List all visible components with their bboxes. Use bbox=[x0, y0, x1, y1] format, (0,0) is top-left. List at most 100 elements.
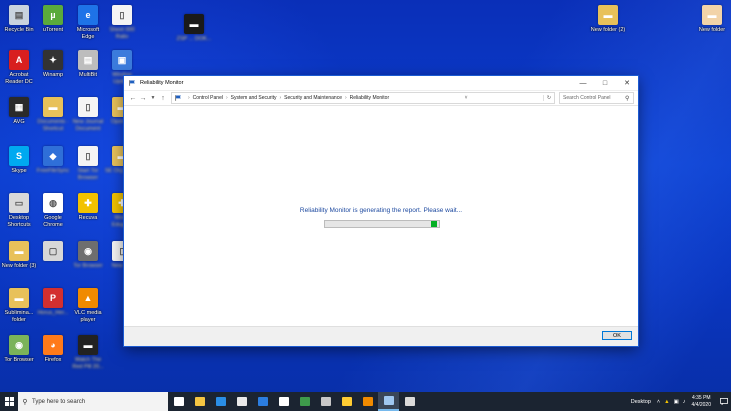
search-control-panel-input[interactable]: Search Control Panel ⚲ bbox=[559, 92, 634, 104]
search-icon[interactable]: ⚲ bbox=[625, 95, 633, 102]
desktop-icon-image: ▬ bbox=[702, 5, 722, 25]
taskbar-app-monitor-button[interactable] bbox=[378, 392, 399, 411]
desktop-icon[interactable]: A Acrobat Reader DC bbox=[1, 50, 37, 85]
desktop-icon[interactable]: ◆ FreeFileSync bbox=[35, 146, 71, 175]
desktop-icon-label: Firefox bbox=[44, 357, 62, 363]
minimize-button[interactable]: — bbox=[572, 76, 594, 90]
breadcrumb-control-panel[interactable]: Control Panel bbox=[193, 95, 223, 101]
desktop-icon-image: ▤ bbox=[78, 50, 98, 70]
desktop-icon[interactable]: ◉ Tor Browser bbox=[1, 335, 37, 364]
desktop-icon[interactable]: ▬ New folder (3) bbox=[1, 241, 37, 270]
recent-dropdown-icon[interactable]: ▼ bbox=[148, 95, 158, 101]
desktop-icon-label: Watch The Red Pill 20... bbox=[72, 357, 104, 370]
chevron-up-icon[interactable]: ˄ bbox=[657, 399, 660, 405]
desktop-icon-image: ▯ bbox=[78, 97, 98, 117]
desktop-icon[interactable]: ▯ New Journal Document bbox=[70, 97, 106, 132]
taskbar-app-dark-button[interactable] bbox=[336, 392, 357, 411]
desktop-icon-label: Google Chrome bbox=[43, 215, 63, 228]
desktop-icon[interactable]: ◕ Firefox bbox=[35, 335, 71, 364]
desktop-icon[interactable]: ▬ Documents - Shortcut bbox=[35, 97, 71, 132]
desktop-icon-label: New Journal Document bbox=[72, 119, 104, 132]
desktop-icon[interactable]: ▯ Start Tor Browser bbox=[70, 146, 106, 181]
desktop-icon[interactable]: S Skype bbox=[1, 146, 37, 175]
notifications-button[interactable] bbox=[717, 392, 731, 411]
taskbar-edge-button[interactable] bbox=[210, 392, 231, 411]
desktop-icon[interactable]: ▢ bbox=[35, 241, 71, 263]
breadcrumb-security-and-maintenance[interactable]: Security and Maintenance bbox=[284, 95, 342, 101]
desktop-icon[interactable]: µ uTorrent bbox=[35, 5, 71, 34]
action-center-icon bbox=[720, 398, 728, 405]
dialog-footer: OK bbox=[124, 326, 638, 346]
desktop-icon[interactable]: ▬ New folder bbox=[694, 5, 730, 34]
desktop-icon[interactable]: e Microsoft Edge bbox=[70, 5, 106, 40]
network-icon[interactable]: ▣ bbox=[674, 399, 679, 405]
start-button[interactable] bbox=[0, 392, 18, 411]
taskbar-file-explorer-button[interactable] bbox=[189, 392, 210, 411]
volume-icon[interactable]: ♪ bbox=[683, 399, 686, 405]
desktop-icon-image: ▯ bbox=[78, 146, 98, 166]
taskbar-search-box[interactable]: ⚲ Type here to search bbox=[18, 392, 168, 411]
breadcrumb-chevron-icon: › bbox=[344, 95, 347, 101]
desktop-icon-image: A bbox=[9, 50, 29, 70]
taskbar-task-view-button[interactable] bbox=[168, 392, 189, 411]
taskbar-mail-button[interactable] bbox=[252, 392, 273, 411]
taskbar-vlc-button[interactable] bbox=[357, 392, 378, 411]
breadcrumb-reliability-monitor[interactable]: Reliability Monitor bbox=[350, 95, 389, 101]
desktop-icon-label: Tor Browser bbox=[73, 263, 103, 269]
maximize-button[interactable]: □ bbox=[594, 76, 616, 90]
back-arrow-icon[interactable]: ← bbox=[128, 95, 138, 102]
taskbar-app-gauge-button[interactable] bbox=[399, 392, 420, 411]
desktop-icon[interactable]: ▭ Desktop Shortcuts bbox=[1, 193, 37, 228]
up-arrow-icon[interactable]: ↑ bbox=[158, 95, 168, 102]
desktop-icon[interactable]: ▤ Recycle Bin bbox=[1, 5, 37, 34]
desktop-icon-label: uTorrent bbox=[42, 27, 64, 33]
desktop-icon[interactable]: ▬ ZSP ... DOK... bbox=[176, 14, 212, 43]
desktop-icon-label: Skype bbox=[11, 168, 27, 174]
refresh-icon[interactable]: ↻ bbox=[543, 95, 554, 101]
desktop-toolbar-label[interactable]: Desktop bbox=[631, 399, 651, 405]
desktop-icon[interactable]: ▬ Watch The Red Pill 20... bbox=[70, 335, 106, 370]
progress-indicator bbox=[431, 221, 437, 227]
desktop-icon[interactable]: ▦ AVG bbox=[1, 97, 37, 126]
address-bar[interactable]: › Control Panel › System and Security › … bbox=[171, 92, 555, 104]
taskbar-app-cd-button[interactable] bbox=[315, 392, 336, 411]
desktop-icon-image: ◕ bbox=[43, 335, 63, 355]
app-monitor-icon bbox=[383, 396, 394, 405]
forward-arrow-icon[interactable]: → bbox=[138, 95, 148, 102]
flag-icon bbox=[175, 95, 181, 101]
address-dropdown-icon[interactable]: ˅ bbox=[461, 95, 471, 101]
desktop-icon[interactable]: ▬ Sublimina... folder bbox=[1, 288, 37, 323]
desktop-icon-image: ▣ bbox=[112, 50, 132, 70]
clock[interactable]: 4:35 PM 4/4/2020 bbox=[692, 395, 711, 409]
breadcrumb-chevron-icon: › bbox=[279, 95, 282, 101]
desktop-icon[interactable]: ✦ Winamp bbox=[35, 50, 71, 79]
desktop-icon-label: Desktop Shortcuts bbox=[7, 215, 31, 228]
desktop-icon[interactable]: ▬ New folder (2) bbox=[590, 5, 626, 34]
desktop-icon[interactable]: P Horus_Her... bbox=[35, 288, 71, 317]
taskbar-store-button[interactable] bbox=[231, 392, 252, 411]
desktop-icon-label: FreeFileSync bbox=[36, 168, 70, 174]
desktop-icon[interactable]: ▤ MultiBit bbox=[70, 50, 106, 79]
system-tray: Desktop ˄ ▲ ▣ ♪ 4:35 PM 4/4/2020 bbox=[631, 392, 731, 411]
breadcrumb-chevron-icon: › bbox=[188, 95, 190, 101]
desktop-icon-image: µ bbox=[43, 5, 63, 25]
app-cd-icon bbox=[320, 397, 331, 406]
desktop-icon[interactable]: ▲ VLC media player bbox=[70, 288, 106, 323]
close-button[interactable]: ✕ bbox=[616, 76, 638, 90]
desktop-icon-image: ◆ bbox=[43, 146, 63, 166]
breadcrumb-system-and-security[interactable]: System and Security bbox=[231, 95, 277, 101]
address-row: ← → ▼ ↑ › Control Panel › System and Sec… bbox=[124, 91, 638, 106]
desktop-icon[interactable]: ◍ Google Chrome bbox=[35, 193, 71, 228]
desktop-icon[interactable]: ◉ Tor Browser bbox=[70, 241, 106, 270]
taskbar-search-placeholder: Type here to search bbox=[32, 398, 86, 405]
warning-icon[interactable]: ▲ bbox=[664, 399, 669, 405]
desktop-icon-image: ▲ bbox=[78, 288, 98, 308]
desktop-icon-image: ▬ bbox=[9, 288, 29, 308]
taskbar-amazon-button[interactable] bbox=[273, 392, 294, 411]
desktop-icon-image: ◉ bbox=[9, 335, 29, 355]
desktop-icon[interactable]: ▯ Sheet 000 Ralio bbox=[104, 5, 140, 40]
ok-button[interactable]: OK bbox=[602, 331, 632, 340]
desktop-icon-image: ▤ bbox=[9, 5, 29, 25]
desktop-icon[interactable]: ✚ Recuva bbox=[70, 193, 106, 222]
taskbar-app-green-button[interactable] bbox=[294, 392, 315, 411]
